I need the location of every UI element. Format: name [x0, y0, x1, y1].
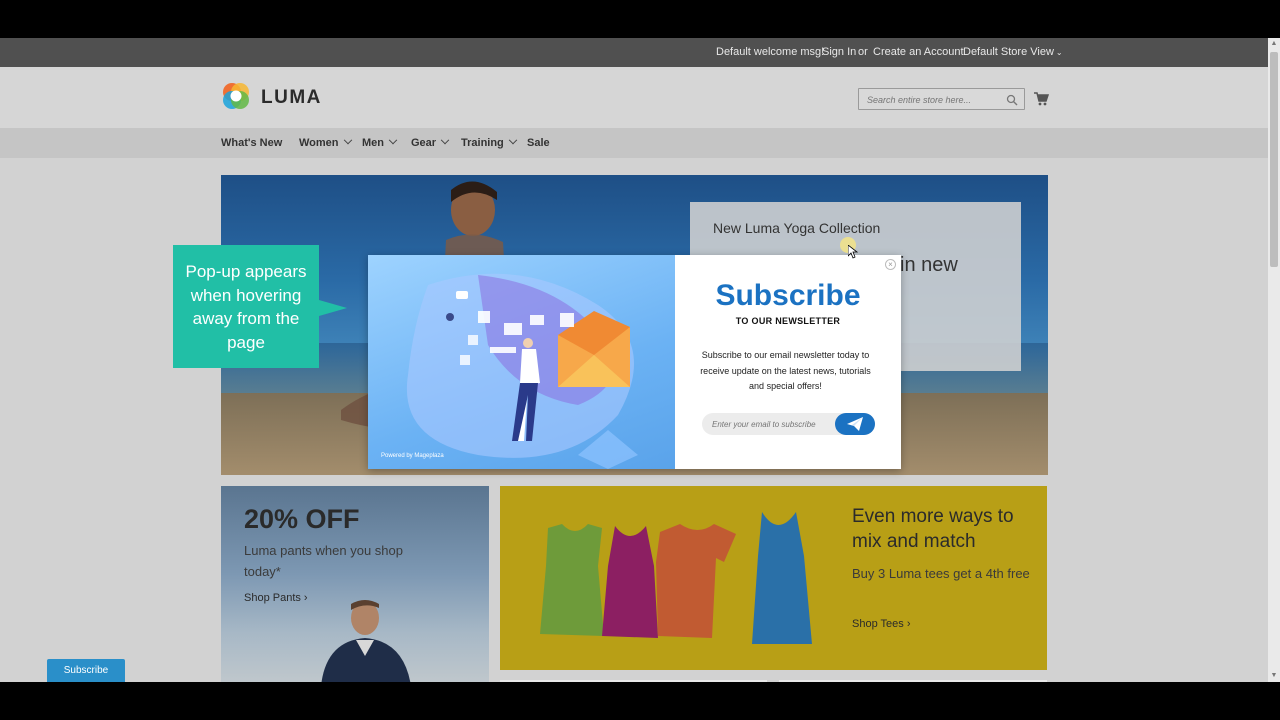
chevron-down-icon: [343, 135, 352, 145]
popup-title: Subscribe: [715, 279, 861, 312]
nav-item-whats-new[interactable]: What's New: [221, 137, 282, 149]
chevron-down-icon: [388, 135, 398, 145]
store-view-switcher[interactable]: Default Store View ⌄: [963, 46, 1063, 58]
man-hoodie-image: [321, 600, 411, 682]
logo-text[interactable]: LUMA: [261, 87, 322, 109]
shop-tees-link[interactable]: Shop Tees ›: [852, 618, 911, 630]
promo-pants-subtext: Luma pants when you shop today*: [244, 543, 403, 579]
search-box: [858, 88, 1025, 110]
newsletter-popup: Powered by Mageplaza × Subscribe TO OUR …: [368, 255, 901, 469]
chevron-right-icon: ›: [903, 618, 911, 630]
chevron-down-icon: [508, 135, 518, 145]
popup-subtitle: TO OUR NEWSLETTER: [735, 316, 841, 326]
popup-illustration: Powered by Mageplaza: [368, 255, 675, 469]
tees-image: [540, 512, 812, 644]
close-icon[interactable]: ×: [885, 259, 896, 270]
scroll-up-icon[interactable]: ▲: [1270, 39, 1278, 49]
newsletter-illustration-icon: [406, 273, 638, 469]
chevron-down-icon: [440, 135, 450, 145]
powered-by-text: Powered by Mageplaza: [381, 453, 444, 459]
chevron-right-icon: ›: [300, 592, 308, 604]
pointer-cursor-icon: [848, 245, 858, 259]
store-view-label: Default Store View: [963, 46, 1054, 58]
subscribe-send-button[interactable]: [835, 413, 875, 435]
popup-description: Subscribe to our email newsletter today …: [700, 350, 871, 391]
promo-tees-headline: Even more ways to mix and match: [852, 506, 1014, 552]
next-block-edge: [500, 680, 767, 682]
nav-item-men[interactable]: Men: [362, 135, 398, 149]
vertical-scrollbar[interactable]: ▲ ▼: [1268, 38, 1280, 682]
nav-item-sale[interactable]: Sale: [527, 137, 550, 149]
nav-item-gear[interactable]: Gear: [411, 135, 450, 149]
hero-title: New Luma Yoga Collection: [713, 220, 881, 236]
cart-icon[interactable]: [1033, 91, 1049, 107]
email-field[interactable]: [712, 417, 827, 431]
nav-item-women[interactable]: Women: [299, 135, 352, 149]
site-header: LUMA: [0, 67, 1268, 128]
search-input[interactable]: [867, 92, 997, 107]
scroll-down-icon[interactable]: ▼: [1270, 671, 1278, 681]
popup-callout: Pop-up appears when hovering away from t…: [173, 245, 319, 368]
promo-pants-block[interactable]: 20% OFF Luma pants when you shop today* …: [221, 486, 489, 682]
nav-item-training[interactable]: Training: [461, 135, 518, 149]
luma-logo-icon[interactable]: [221, 81, 251, 111]
email-subscribe-form: [702, 413, 875, 435]
paper-plane-icon: [847, 417, 863, 431]
hero-partial-text: in new: [900, 254, 958, 276]
welcome-message: Default welcome msg!: [716, 46, 825, 58]
or-text: or: [858, 46, 868, 58]
promo-pants-headline: 20% OFF: [244, 504, 360, 534]
sign-in-link[interactable]: Sign In: [822, 46, 856, 58]
promo-tees-block[interactable]: Even more ways to mix and match Buy 3 Lu…: [500, 486, 1047, 670]
main-navigation: What's New Women Men Gear Training Sale: [0, 128, 1268, 158]
subscribe-tab-button[interactable]: Subscribe: [47, 659, 125, 682]
chevron-down-icon: ⌄: [1055, 48, 1063, 57]
search-icon[interactable]: [1006, 94, 1018, 106]
create-account-link[interactable]: Create an Account: [873, 46, 964, 58]
browser-viewport: Default welcome msg! Sign In or Create a…: [0, 38, 1268, 682]
top-links-bar: Default welcome msg! Sign In or Create a…: [0, 38, 1268, 67]
promo-tees-subtext: Buy 3 Luma tees get a 4th free: [852, 566, 1030, 581]
shop-pants-link[interactable]: Shop Pants ›: [244, 592, 308, 604]
scrollbar-thumb[interactable]: [1270, 52, 1278, 267]
callout-arrow: [319, 300, 347, 316]
next-block-edge: [779, 680, 1047, 682]
